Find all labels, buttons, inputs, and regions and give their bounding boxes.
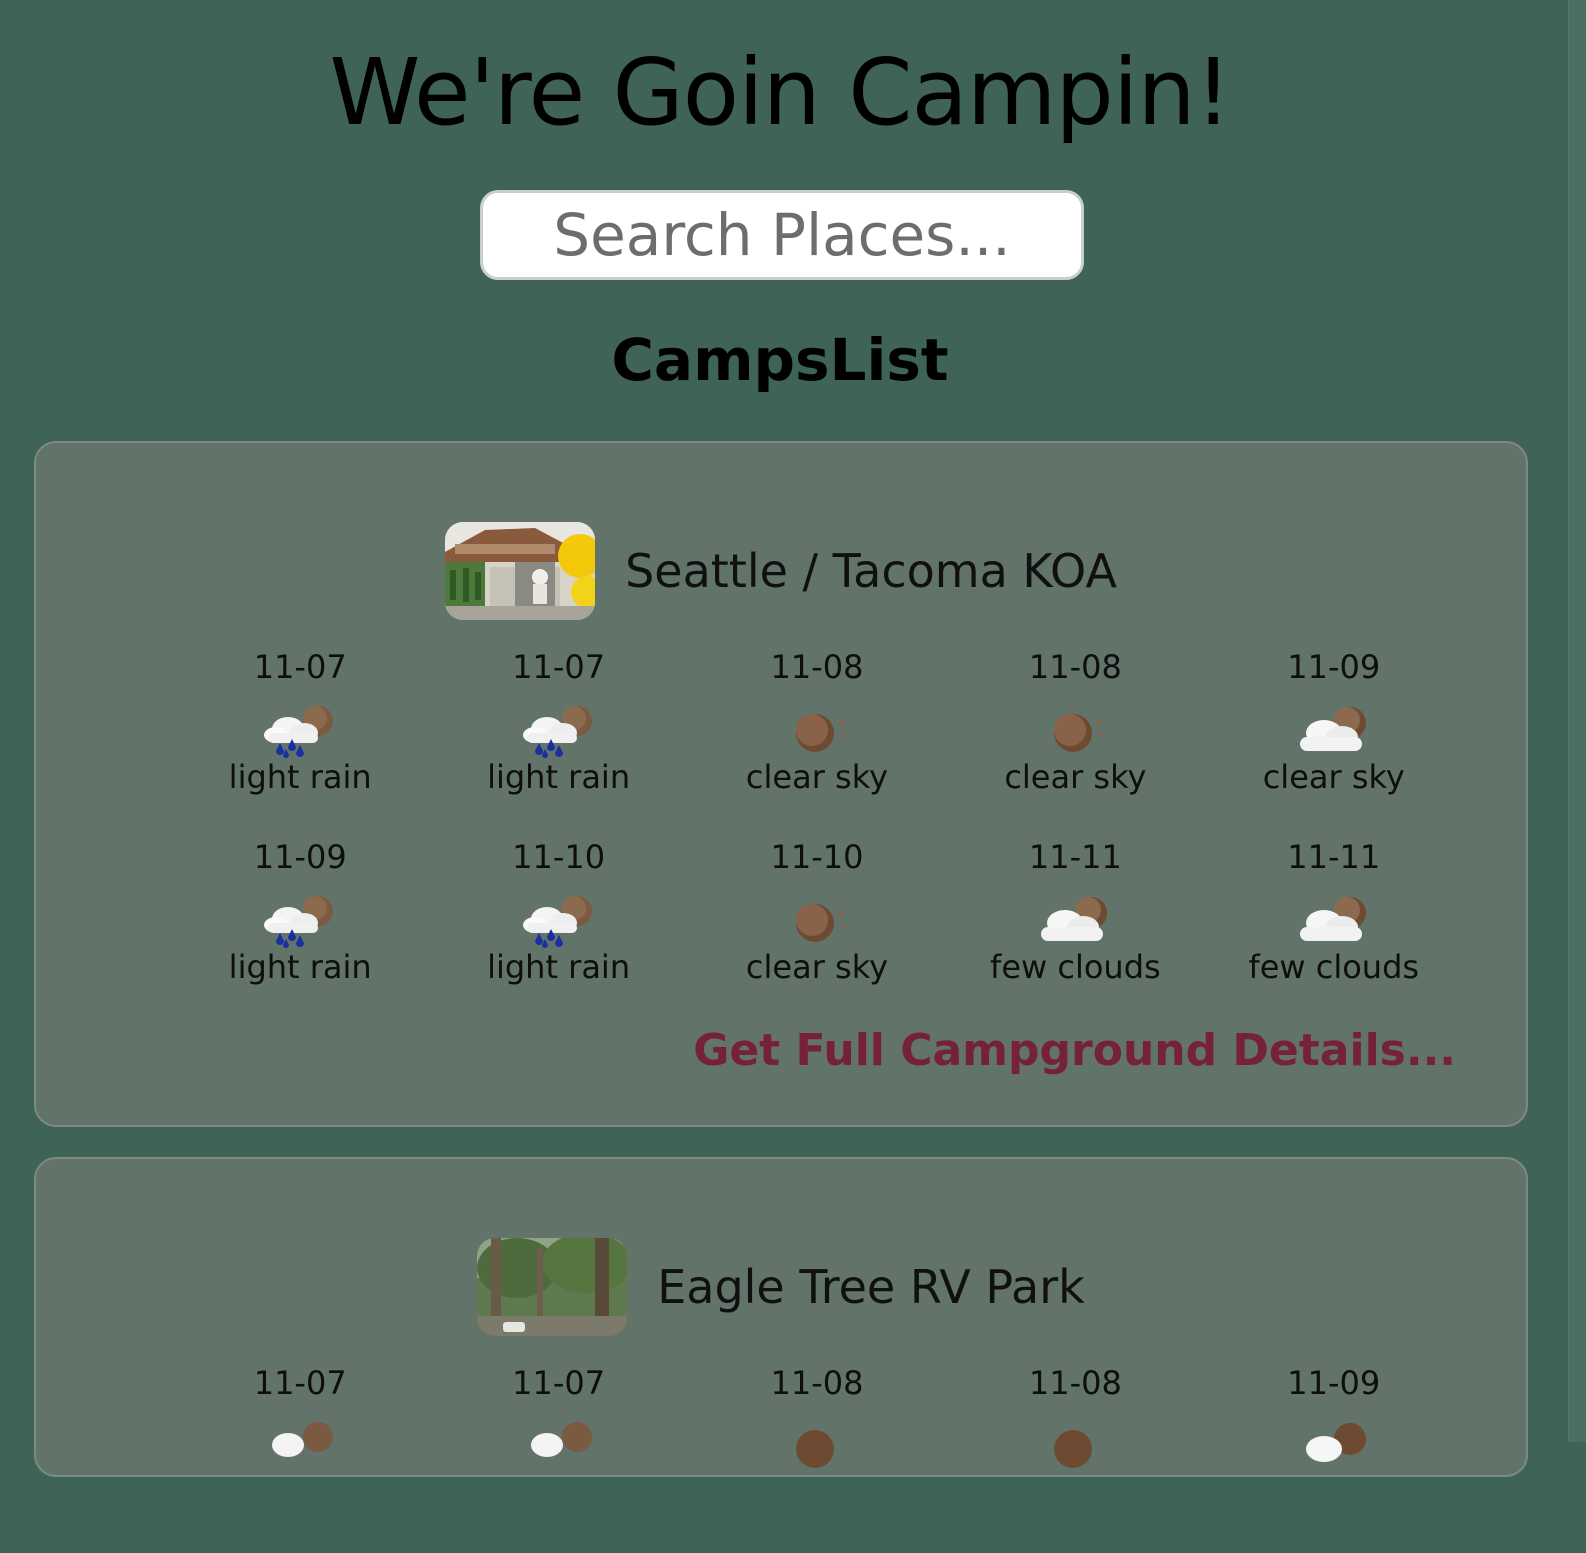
- forecast-description: light rain: [228, 948, 372, 986]
- forecast-description: few clouds: [1248, 948, 1420, 986]
- forecast-item: 11-07 light rain: [429, 647, 687, 837]
- weather-icon: [795, 1430, 834, 1468]
- forecast-date: 11-07: [512, 1364, 606, 1402]
- forecast-grid: 11-07 11-07 11-08 11-08 11-09: [171, 1363, 1463, 1553]
- rain-icon: [522, 706, 592, 758]
- forecast-description: light rain: [487, 948, 631, 986]
- campground-details-link[interactable]: Get Full Campground Details...: [693, 1025, 1456, 1076]
- scrollbar-gutter: [1568, 0, 1586, 1442]
- forecast-item: 11-09 clear sky: [1205, 647, 1463, 837]
- camp-name: Eagle Tree RV Park: [657, 1260, 1085, 1314]
- cloud-moon-icon: [1299, 897, 1366, 941]
- forecast-item: 11-10 light rain: [429, 837, 687, 1027]
- rain-icon: [522, 896, 592, 948]
- clear-night-icon: [795, 904, 845, 942]
- weather-icon: [1054, 1430, 1093, 1468]
- weather-icon: [272, 1422, 334, 1457]
- clear-night-icon: [795, 714, 845, 752]
- forecast-description: clear sky: [1262, 758, 1405, 796]
- forecast-date: 11-11: [1028, 838, 1122, 876]
- search-input[interactable]: [483, 193, 1081, 277]
- forecast-description: clear sky: [745, 948, 889, 986]
- forecast-grid: 11-07 light rain 11-07 light rain 11-08 …: [171, 647, 1463, 1027]
- forecast-item: 11-07 light rain: [171, 647, 429, 837]
- camp-name: Seattle / Tacoma KOA: [625, 544, 1117, 598]
- search-box[interactable]: [480, 190, 1084, 280]
- forecast-date: 11-07: [253, 648, 347, 686]
- camp-photo: [445, 522, 596, 620]
- forecast-description: light rain: [487, 758, 631, 796]
- forecast-item: 11-10 clear sky: [688, 837, 946, 1027]
- forecast-date: 11-08: [770, 1364, 864, 1402]
- rain-icon: [264, 706, 334, 758]
- app-title: We're Goin Campin!: [329, 39, 1231, 146]
- forecast-item: 11-08 clear sky: [688, 647, 946, 837]
- forecast-date: 11-08: [1028, 1364, 1122, 1402]
- forecast-date: 11-11: [1287, 838, 1381, 876]
- forecast-description: few clouds: [990, 948, 1161, 986]
- forecast-date: 11-10: [512, 838, 606, 876]
- forecast-description: clear sky: [745, 758, 889, 796]
- forecast-item: 11-07: [171, 1363, 429, 1553]
- camp-card: Seattle / Tacoma KOA 11-07 light rain 11…: [34, 441, 1528, 1127]
- camp-card: Eagle Tree RV Park 11-07 11-07 11-08 11-…: [34, 1157, 1528, 1477]
- camp-photo: [477, 1238, 628, 1336]
- forecast-description: light rain: [228, 758, 372, 796]
- forecast-item: 11-11 few clouds: [946, 837, 1204, 1027]
- forecast-item: 11-11 few clouds: [1205, 837, 1463, 1027]
- forecast-item: 11-09 light rain: [171, 837, 429, 1027]
- forecast-date: 11-09: [253, 838, 347, 876]
- forecast-date: 11-09: [1287, 1364, 1381, 1402]
- forecast-date: 11-07: [512, 648, 606, 686]
- forecast-item: 11-09: [1205, 1363, 1463, 1553]
- camps-list-title: CampsList: [611, 326, 949, 394]
- cloud-moon-icon: [1041, 897, 1108, 941]
- cloud-moon-icon: [1299, 707, 1366, 751]
- forecast-item: 11-08 clear sky: [946, 647, 1204, 837]
- camp-header: Seattle / Tacoma KOA: [36, 521, 1526, 621]
- weather-icon: [1305, 1423, 1366, 1462]
- forecast-item: 11-08: [946, 1363, 1204, 1553]
- weather-icon: [530, 1422, 592, 1457]
- forecast-item: 11-07: [429, 1363, 687, 1553]
- clear-night-icon: [1054, 714, 1104, 752]
- forecast-date: 11-10: [770, 838, 864, 876]
- forecast-date: 11-08: [770, 648, 864, 686]
- forecast-date: 11-09: [1287, 648, 1381, 686]
- forecast-item: 11-08: [688, 1363, 946, 1553]
- page: We're Goin Campin! CampsList: [0, 0, 1568, 1477]
- rain-icon: [264, 896, 334, 948]
- camp-header: Eagle Tree RV Park: [36, 1237, 1526, 1337]
- forecast-date: 11-07: [253, 1364, 347, 1402]
- forecast-description: clear sky: [1004, 758, 1147, 796]
- forecast-date: 11-08: [1028, 648, 1122, 686]
